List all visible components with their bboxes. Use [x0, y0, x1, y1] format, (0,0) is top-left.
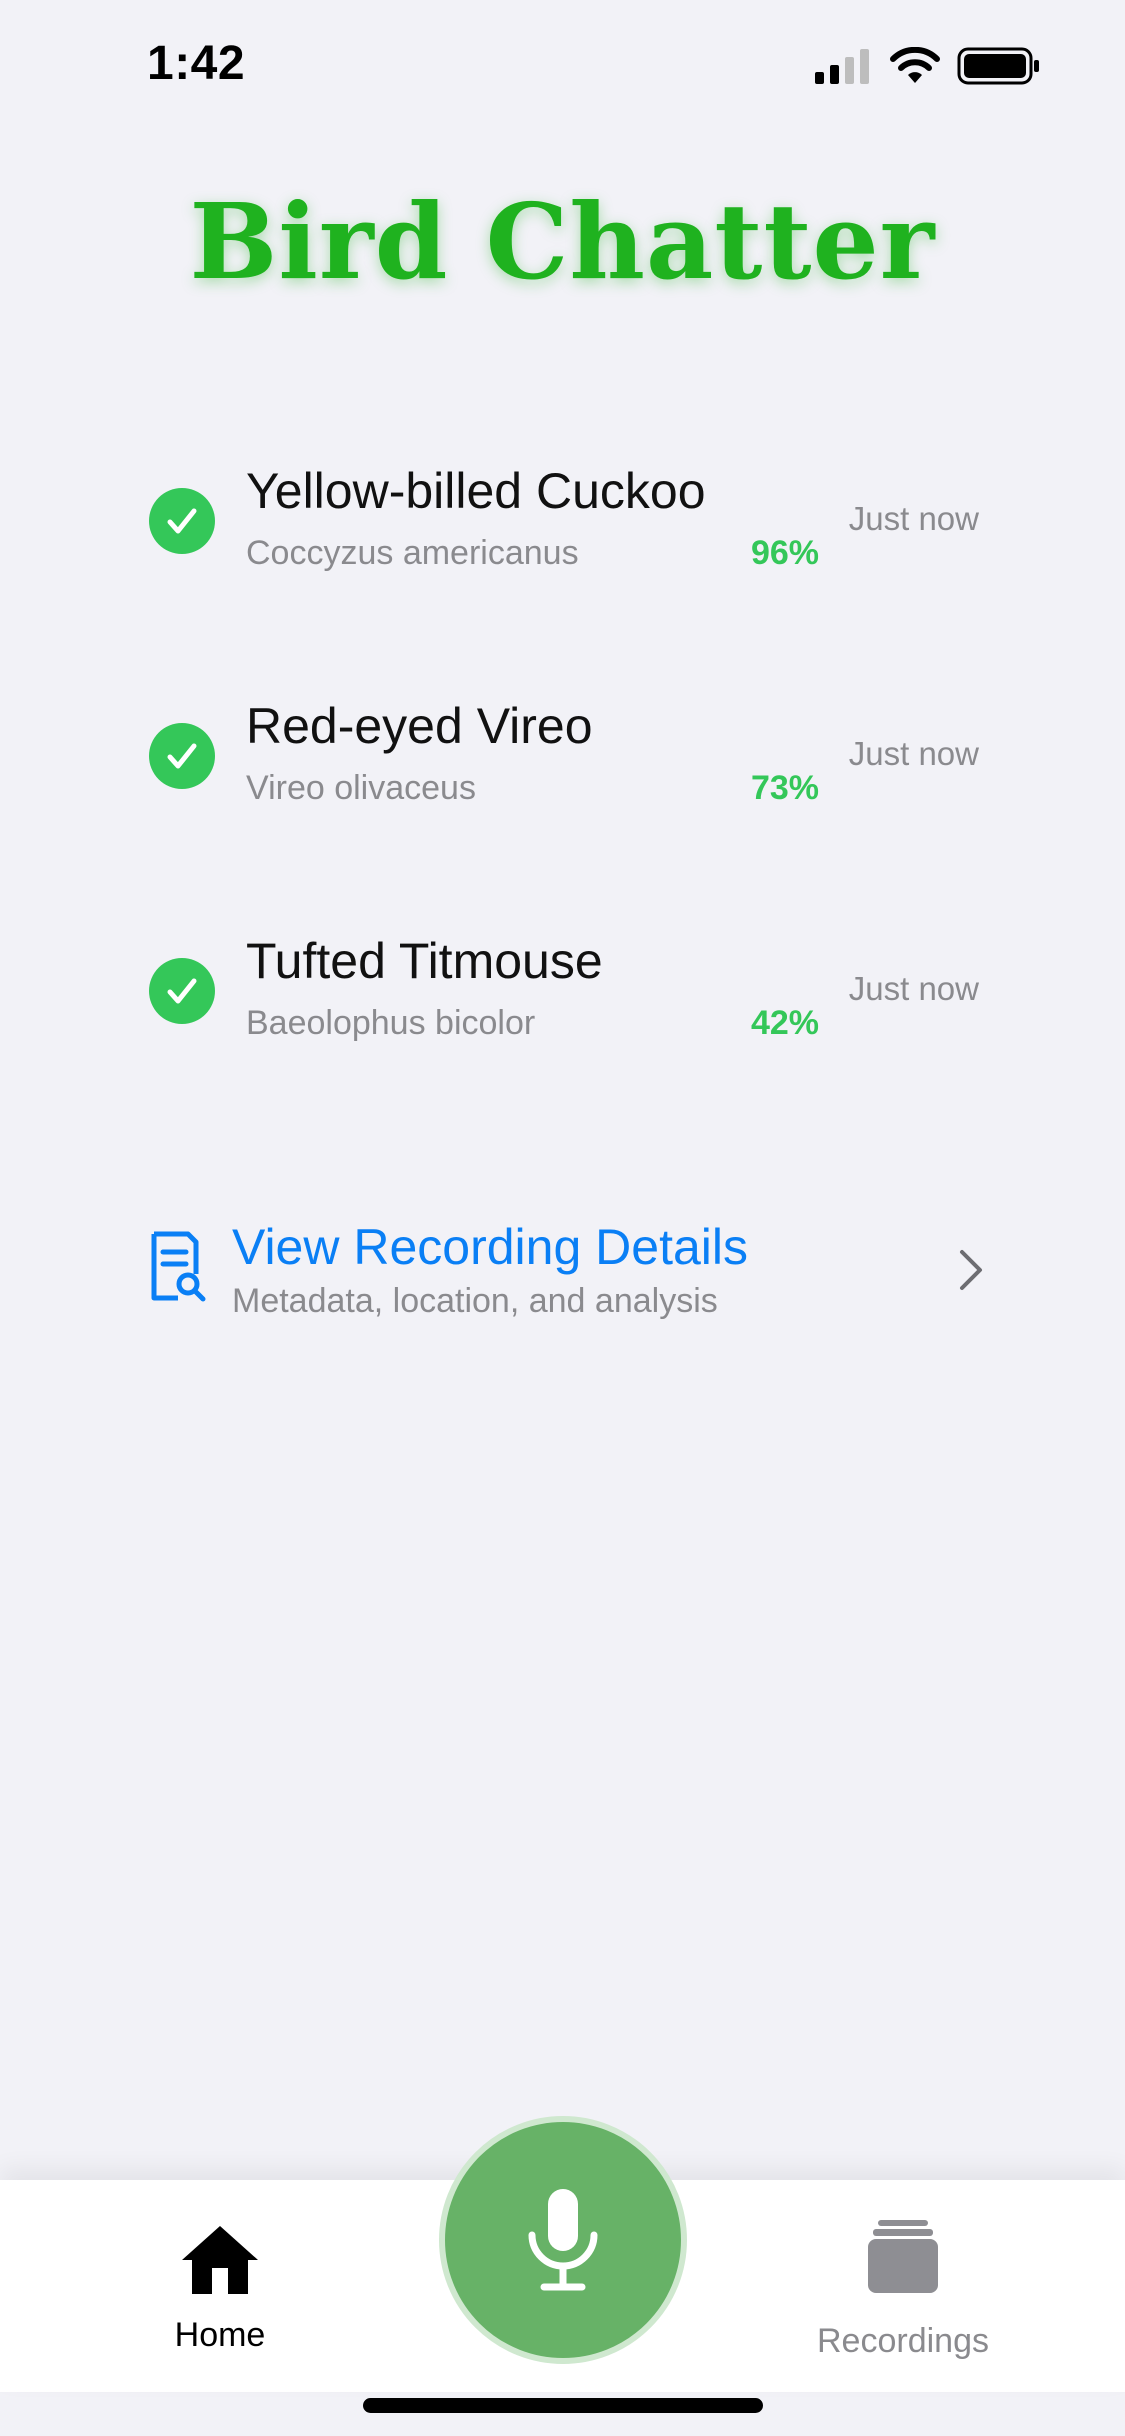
- detection-time: Just now: [848, 735, 979, 772]
- detection-item[interactable]: Red-eyed Vireo Vireo olivaceus 73% Just …: [0, 675, 1125, 875]
- microphone-icon: [528, 2189, 598, 2291]
- battery-icon: [957, 47, 1039, 85]
- chevron-right-icon: [960, 1250, 982, 1290]
- status-bar: 1:42: [0, 0, 1125, 130]
- common-name: Tufted Titmouse: [246, 933, 603, 989]
- scientific-name: Baeolophus bicolor: [246, 1004, 536, 1042]
- detection-item[interactable]: Tufted Titmouse Baeolophus bicolor 42% J…: [0, 910, 1125, 1110]
- checkmark-circle-icon: [149, 958, 215, 1024]
- detection-time: Just now: [848, 970, 979, 1007]
- tab-recordings[interactable]: Recordings: [798, 2214, 1008, 2364]
- tab-recordings-label: Recordings: [817, 2322, 989, 2360]
- app-title: Bird Chatter: [189, 180, 936, 303]
- stack-icon: [868, 2220, 938, 2293]
- tab-home[interactable]: Home: [160, 2222, 280, 2362]
- checkmark-circle-icon: [149, 723, 215, 789]
- document-search-icon: [151, 1231, 206, 1302]
- home-icon: [182, 2226, 258, 2294]
- tab-home-label: Home: [174, 2316, 266, 2354]
- status-time: 1:42: [147, 37, 246, 90]
- common-name: Red-eyed Vireo: [246, 698, 593, 754]
- cellular-signal-icon: [815, 49, 869, 84]
- confidence-value: 42%: [750, 1004, 819, 1042]
- confidence-value: 73%: [750, 769, 819, 807]
- status-icons: [813, 46, 1041, 86]
- common-name: Yellow-billed Cuckoo: [246, 463, 706, 519]
- details-title: View Recording Details: [232, 1219, 748, 1275]
- wifi-icon: [890, 47, 940, 83]
- detection-item[interactable]: Yellow-billed Cuckoo Coccyzus americanus…: [0, 440, 1125, 640]
- view-recording-details-link[interactable]: View Recording Details Metadata, locatio…: [0, 1200, 1125, 1340]
- details-subtitle: Metadata, location, and analysis: [232, 1282, 718, 1320]
- scientific-name: Vireo olivaceus: [246, 769, 476, 807]
- checkmark-circle-icon: [149, 488, 215, 554]
- confidence-value: 96%: [750, 534, 819, 572]
- scientific-name: Coccyzus americanus: [246, 534, 579, 572]
- record-button[interactable]: [439, 2116, 687, 2364]
- detection-time: Just now: [848, 500, 979, 537]
- home-indicator: [363, 2398, 763, 2413]
